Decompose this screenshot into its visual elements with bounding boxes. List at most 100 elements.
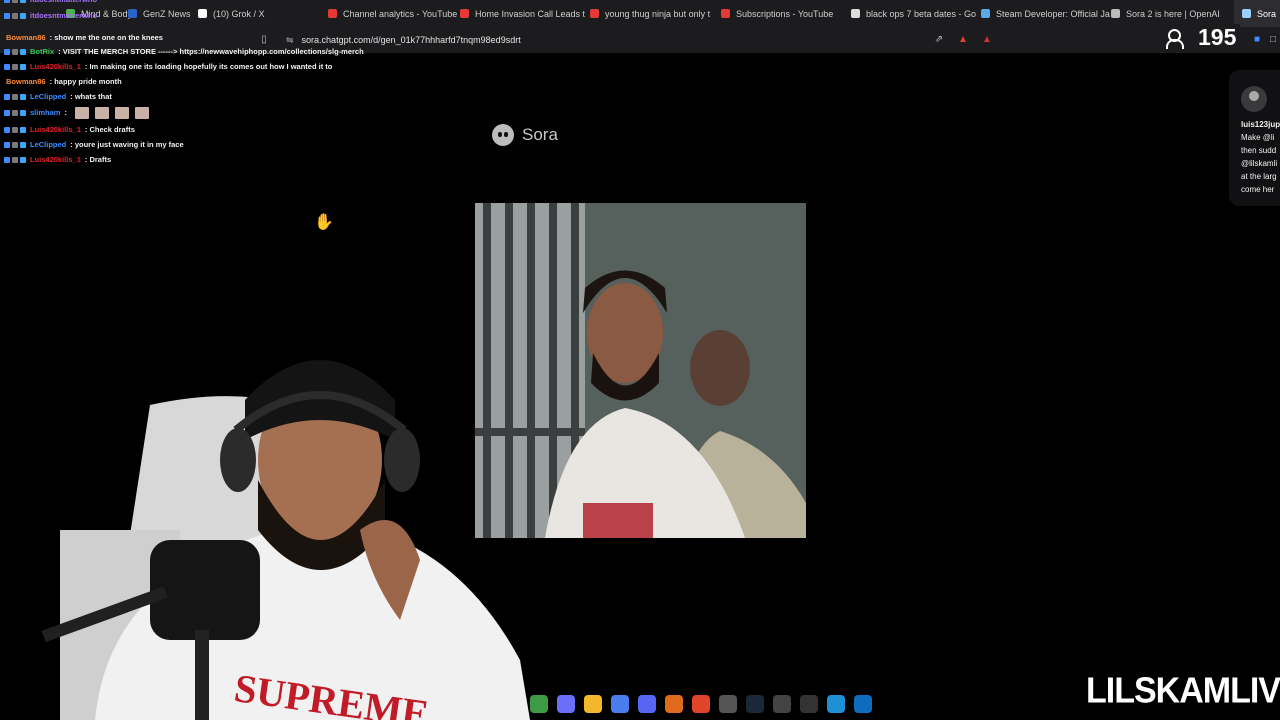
chat-username[interactable]: LeClipped: [30, 89, 66, 105]
browser-tab[interactable]: Home Invasion Call Leads t: [452, 0, 593, 27]
tab-favicon-icon: [721, 9, 730, 18]
chat-message: Luis420kills_1: Im making one its loadin…: [4, 59, 332, 75]
chat-username[interactable]: LeClipped: [30, 137, 66, 153]
file-explorer-icon[interactable]: [584, 695, 602, 713]
obs-icon[interactable]: [719, 695, 737, 713]
chat-text: : whats that: [70, 92, 112, 101]
stream-brand-text: LILSKAMLIVE: [1086, 671, 1280, 711]
chat-badge-icon: [20, 0, 26, 3]
chat-message: LeClipped : whats that: [4, 89, 112, 105]
address-bar[interactable]: ⇋ sora.chatgpt.com/d/gen_01k77hhharfd7tn…: [278, 31, 998, 49]
tab-favicon-icon: [1242, 9, 1251, 18]
chat-badge-icon: [12, 109, 18, 116]
chat-badge-icon: [12, 126, 18, 133]
chat-badge-icon: [12, 12, 18, 19]
chat-message: BotRix : VISIT THE MERCH STORE ------> ht…: [4, 44, 364, 60]
steam-icon[interactable]: [746, 695, 764, 713]
discord-icon[interactable]: [638, 695, 656, 713]
sora-logo-text: Sora: [522, 125, 558, 144]
chat-badge-icon: [12, 141, 18, 148]
webcam-feed: SUPREME: [0, 330, 530, 720]
chat-badge-icon: [4, 109, 10, 116]
browser-tab[interactable]: Sora 2 is here | OpenAI: [1103, 0, 1228, 27]
chat-badge-icon: [20, 109, 26, 116]
browser-tab[interactable]: Channel analytics - YouTube: [320, 0, 465, 27]
chat-username[interactable]: Luis420kills_1: [30, 122, 81, 138]
share-icon[interactable]: ⇗: [932, 32, 946, 46]
chat-badge-icon: [4, 63, 10, 70]
chat-badge-icon: [4, 156, 10, 163]
notification-popup[interactable]: luis123jup Make @li then sudd @lilskamli…: [1229, 70, 1280, 206]
chat-badge-icon: [12, 93, 18, 100]
tab-title: black ops 7 beta dates - Go: [866, 8, 977, 19]
brave-shields-icon[interactable]: ▲: [956, 32, 970, 46]
tab-favicon-icon: [128, 9, 137, 18]
chat-username[interactable]: Luis420kills_1: [30, 152, 81, 168]
chat-emote-icon: [94, 106, 109, 119]
popup-line: at the larg: [1241, 172, 1277, 181]
hand-cursor-icon: ✋: [314, 214, 334, 231]
tab-title: Sora 2 is here | OpenAI: [1126, 8, 1220, 19]
chat-badge-icon: [12, 156, 18, 163]
chrome-icon[interactable]: [530, 695, 548, 713]
browser-tab-strip: Mind & Body GenZ News (10) Grok / X Channel…: [0, 0, 1280, 27]
browser-tab[interactable]: black ops 7 beta dates - Go: [843, 0, 984, 27]
chat-message: itdoesntmatterwho: [4, 8, 101, 24]
chat-badge-icon: [20, 93, 26, 100]
store-icon[interactable]: [611, 695, 629, 713]
chat-badge-icon: [20, 12, 26, 19]
tab-title: young thug ninja but only t: [605, 8, 711, 19]
shield-icon[interactable]: [665, 695, 683, 713]
chat-username[interactable]: Luis420kills_1: [30, 59, 81, 75]
chat-username[interactable]: slimham: [30, 105, 60, 121]
tab-title: (10) Grok / X: [213, 8, 265, 19]
chat-message: slimham:: [4, 105, 153, 121]
tab-favicon-icon: [590, 9, 599, 18]
browser-tab[interactable]: Subscriptions - YouTube: [713, 0, 841, 27]
sidebar-icon[interactable]: □: [1266, 32, 1280, 46]
sora-logo[interactable]: Sora: [492, 124, 558, 146]
outlook-icon[interactable]: [854, 695, 872, 713]
chat-text: : VISIT THE MERCH STORE ------> https://…: [58, 47, 364, 56]
tab-favicon-icon: [460, 9, 469, 18]
popup-line: @lilskamli: [1241, 159, 1278, 168]
chat-username[interactable]: BotRix: [30, 44, 54, 60]
chat-username[interactable]: itdoesntmatterwho: [30, 0, 97, 8]
sora-logo-icon: [492, 124, 514, 146]
edge-icon[interactable]: [827, 695, 845, 713]
browser-tab[interactable]: GenZ News: [120, 0, 199, 27]
browser-tab[interactable]: Sora: [1234, 0, 1280, 27]
tab-favicon-icon: [981, 9, 990, 18]
extension-icon[interactable]: ■: [1250, 32, 1264, 46]
chat-text: : Drafts: [84, 155, 112, 164]
chat-username[interactable]: Bowman86: [6, 74, 46, 90]
avatar: [1241, 86, 1267, 112]
brave-icon[interactable]: [692, 695, 710, 713]
tab-favicon-icon: [198, 9, 207, 18]
tab-title: Home Invasion Call Leads t: [475, 8, 586, 19]
4k-icon[interactable]: [800, 695, 818, 713]
chat-badge-icon: [4, 126, 10, 133]
chat-emote-icon: [134, 106, 149, 119]
popup-line: luis123jup: [1241, 120, 1280, 129]
copilot-icon[interactable]: [557, 695, 575, 713]
app-icon[interactable]: [773, 695, 791, 713]
chat-badge-icon: [20, 156, 26, 163]
browser-tab[interactable]: young thug ninja but only t: [582, 0, 718, 27]
browser-tab[interactable]: (10) Grok / X: [190, 0, 273, 27]
chat-badge-icon: [12, 48, 18, 55]
rewards-icon[interactable]: ▲: [980, 32, 994, 46]
chat-badge-icon: [4, 12, 10, 19]
tab-title: Steam Developer: Official Ja: [996, 8, 1110, 19]
tab-title: Subscriptions - YouTube: [736, 8, 834, 19]
chat-badge-icon: [4, 93, 10, 100]
viewers-icon: [1166, 28, 1192, 49]
chat-badge-icon: [4, 0, 10, 3]
browser-tab[interactable]: Steam Developer: Official Ja: [973, 0, 1118, 27]
chat-message: LeClipped: youre just waving it in my fa…: [4, 137, 184, 153]
chat-message: Luis420kills_1: Drafts: [4, 152, 111, 168]
popup-line: Make @li: [1241, 133, 1275, 142]
chat-badge-icon: [20, 141, 26, 148]
chat-message: Luis420kills_1: Check drafts: [4, 122, 135, 138]
chat-username[interactable]: itdoesntmatterwho: [30, 8, 97, 24]
